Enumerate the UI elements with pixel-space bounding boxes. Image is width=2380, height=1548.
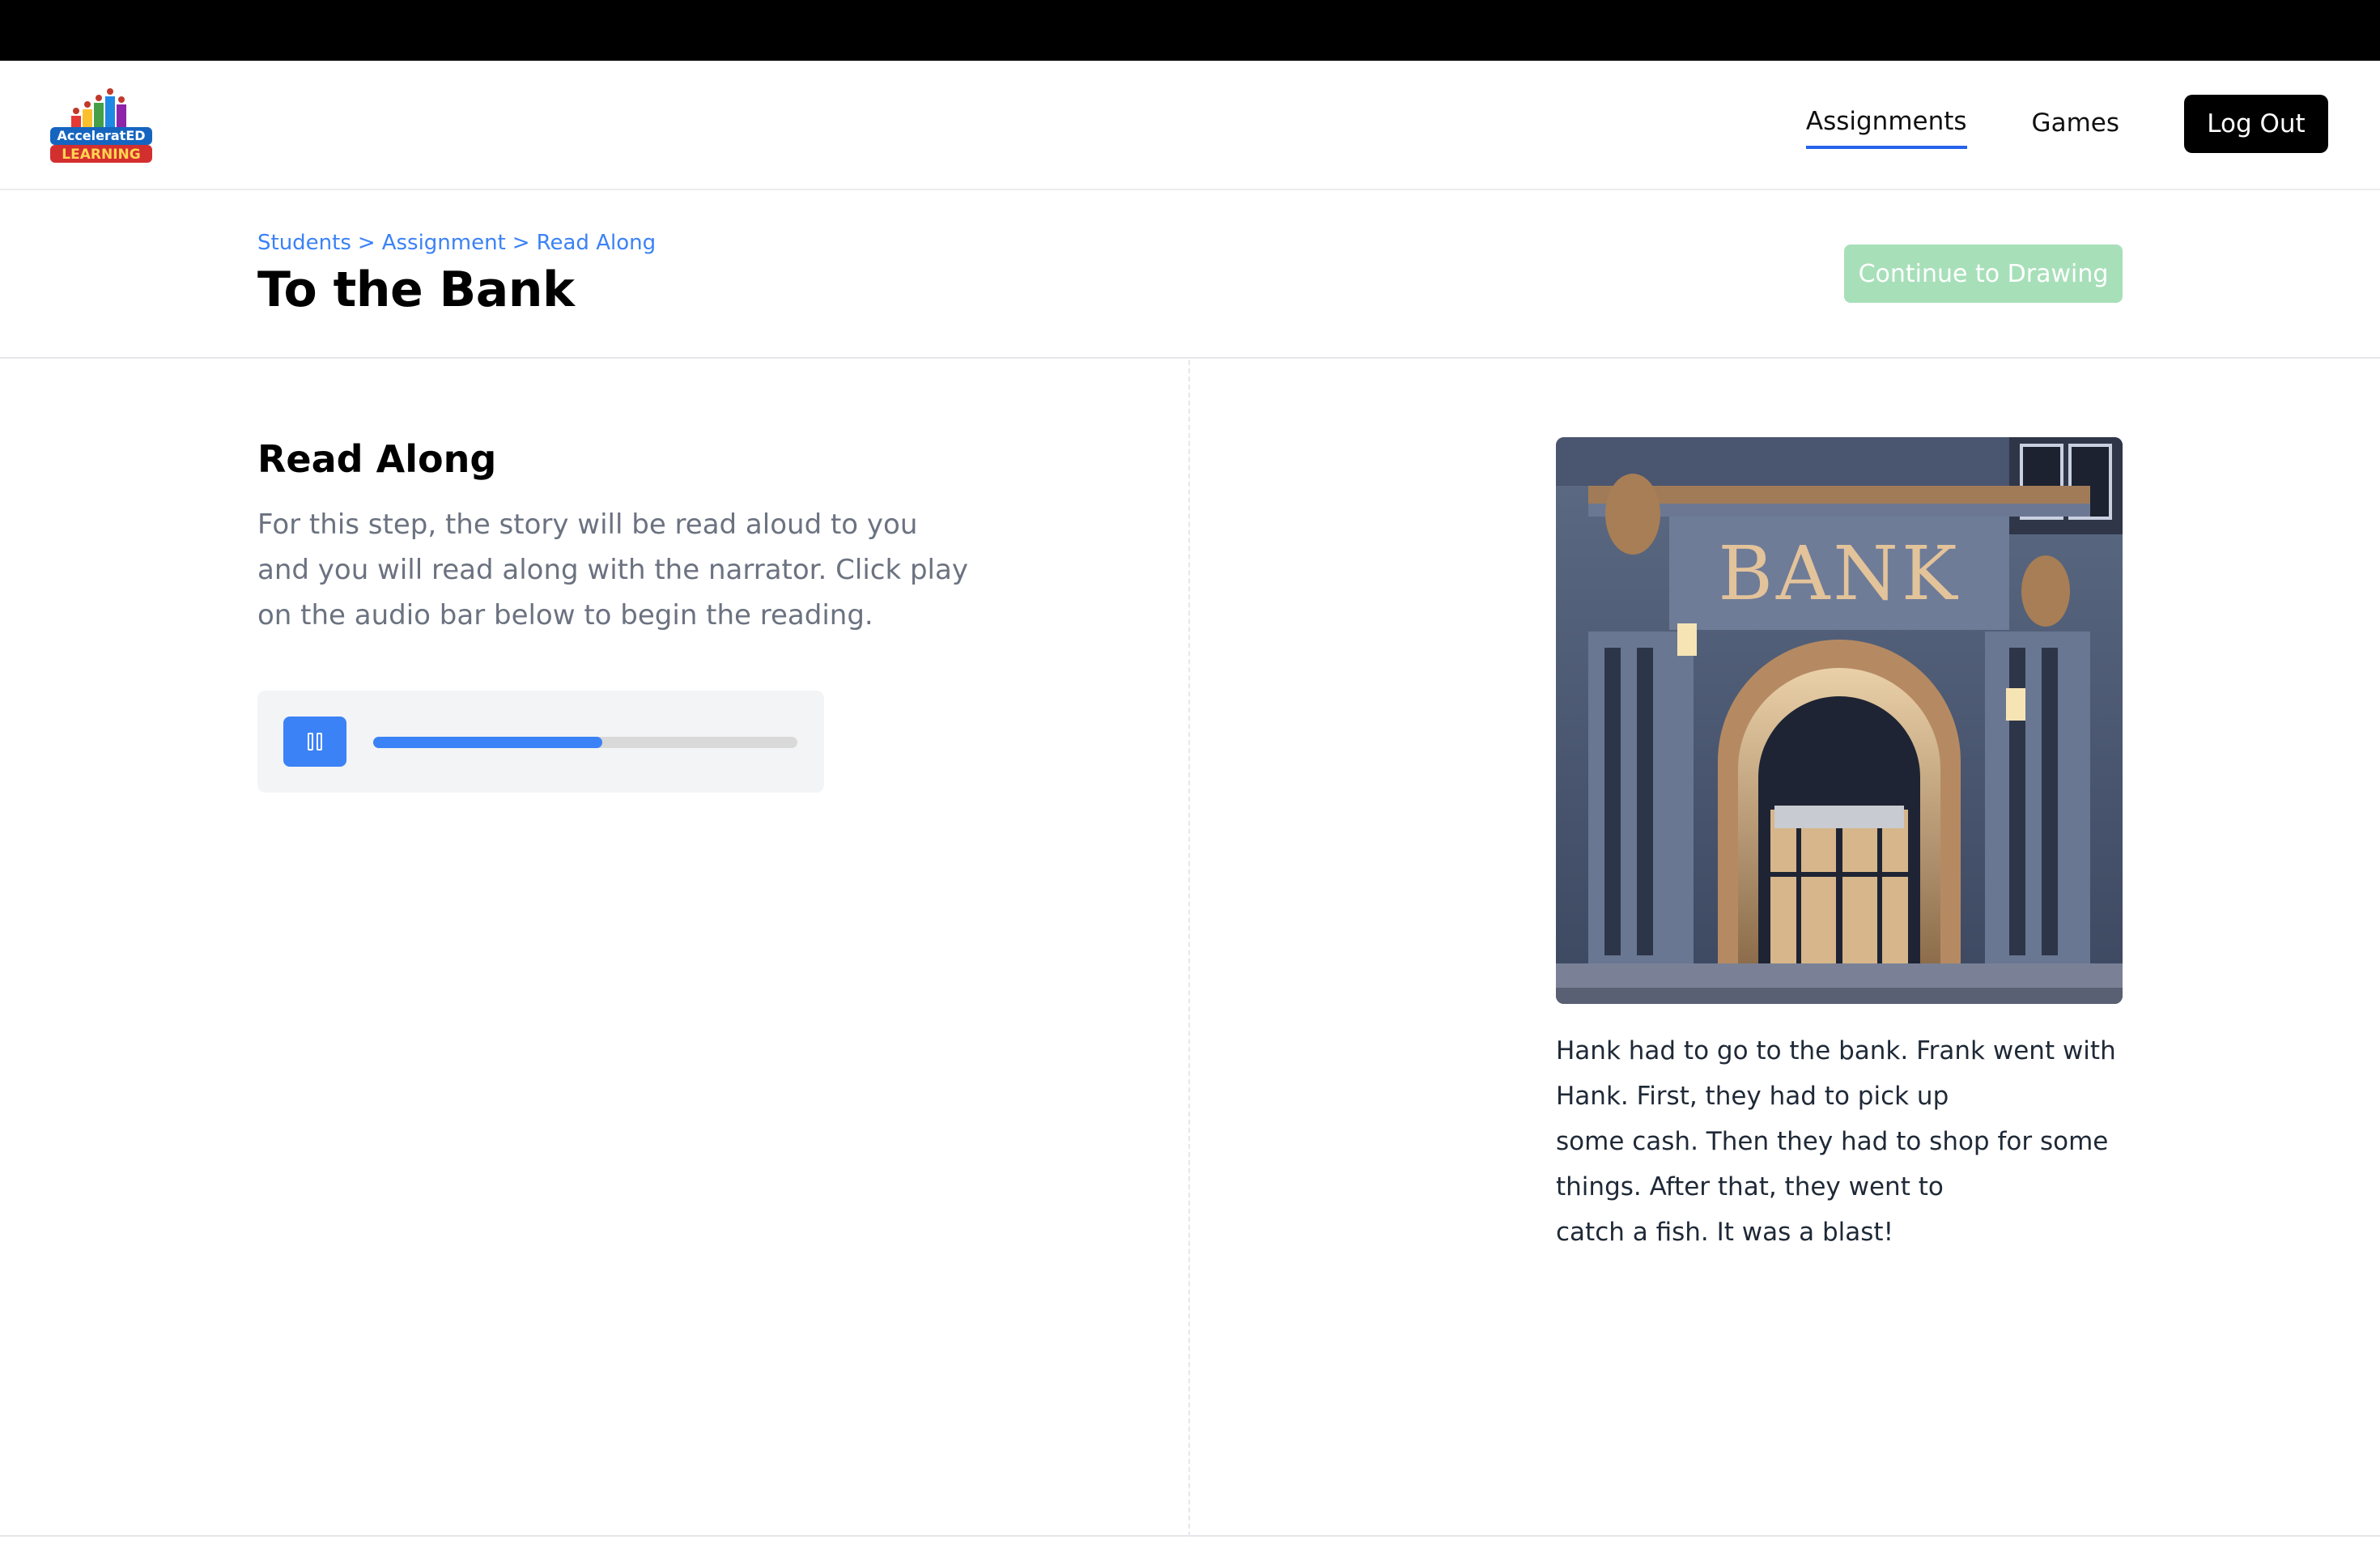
- navbar: AcceleratED LEARNING Assignments Games L…: [0, 61, 2380, 190]
- breadcrumb-assignment[interactable]: Assignment: [382, 231, 506, 255]
- read-along-title: Read Along: [257, 437, 497, 481]
- breadcrumb-separator: >: [357, 231, 376, 255]
- breadcrumb-students[interactable]: Students: [257, 231, 351, 255]
- logo-text-top: AcceleratED: [57, 128, 145, 143]
- read-along-description: For this step, the story will be read al…: [257, 508, 968, 632]
- nav-link-games[interactable]: Games: [2032, 100, 2119, 147]
- story-line: catch a fish. It was a blast!: [1556, 1218, 1894, 1247]
- nav-link-assignments[interactable]: Assignments: [1805, 99, 1967, 149]
- column-divider: [1188, 360, 1190, 1537]
- window-top-bar: [0, 0, 2380, 61]
- logo-text-bottom: LEARNING: [62, 147, 140, 163]
- continue-to-drawing-button[interactable]: Continue to Drawing: [1844, 245, 2123, 303]
- nav-links: Assignments Games Log Out: [1805, 95, 2328, 153]
- breadcrumb: Students > Assignment > Read Along: [257, 231, 656, 255]
- bottom-divider: [0, 1535, 2380, 1537]
- story-line: some cash. Then they had to shop for som…: [1556, 1127, 2109, 1201]
- story-text: Hank had to go to the bank. Frank went w…: [1556, 1028, 2123, 1255]
- pause-button[interactable]: [283, 717, 346, 767]
- pause-icon: [308, 733, 313, 751]
- page-header: Students > Assignment > Read Along To the Ba…: [0, 190, 2380, 359]
- story-line: Hank had to go to the bank. Frank went w…: [1556, 1036, 2116, 1111]
- breadcrumb-separator: >: [512, 231, 530, 255]
- bank-illustration: BANK: [1556, 437, 2123, 1004]
- bank-sign-text: BANK: [1718, 530, 1960, 617]
- audio-progress-fill: [373, 737, 602, 748]
- logout-button[interactable]: Log Out: [2184, 95, 2328, 153]
- breadcrumb-read-along[interactable]: Read Along: [537, 231, 657, 255]
- pause-icon: [317, 733, 322, 751]
- page-title: To the Bank: [257, 262, 575, 318]
- audio-progress-bar[interactable]: [373, 737, 797, 748]
- acceleratED-logo[interactable]: AcceleratED LEARNING: [47, 83, 155, 166]
- audio-player: [257, 691, 824, 793]
